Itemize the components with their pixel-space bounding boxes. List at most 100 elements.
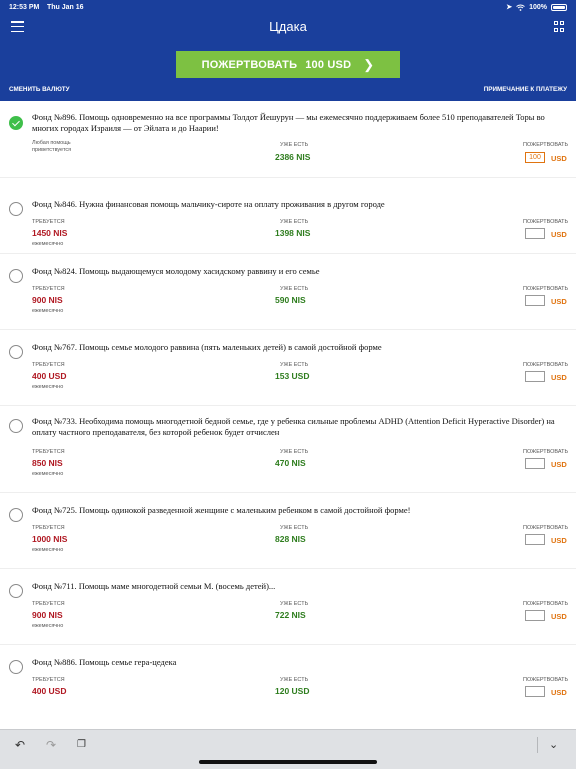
fund-item: Фонд №824. Помощь выдающемуся молодому х… <box>0 254 576 330</box>
clipboard-icon[interactable]: ❐ <box>77 739 86 750</box>
frequency-label: ежемесячно <box>32 384 64 390</box>
undo-icon[interactable]: ↶ <box>15 738 25 752</box>
payment-note-link[interactable]: ПРИМЕЧАНИЕ К ПЛАТЕЖУ <box>484 86 567 93</box>
donation-amount-input[interactable] <box>525 458 545 469</box>
already-value: 590 NIS <box>275 295 306 305</box>
already-label: УЖЕ ЕСТЬ <box>280 219 309 225</box>
required-label: ТРЕБУЕТСЯ <box>32 677 65 683</box>
donate-button-amount: 100 USD <box>305 58 352 71</box>
fund-title: Фонд №711. Помощь маме многодетной семьи… <box>32 581 276 591</box>
frequency-label: ежемесячно <box>32 241 64 247</box>
already-label: УЖЕ ЕСТЬ <box>280 142 309 148</box>
required-value: 850 NIS <box>32 458 63 468</box>
donate-label: ПОЖЕРТВОВАТЬ <box>523 219 569 225</box>
frequency-label: ежемесячно <box>32 547 64 553</box>
frequency-label: ежемесячно <box>32 308 64 314</box>
donate-label: ПОЖЕРТВОВАТЬ <box>523 362 569 368</box>
fund-select-checkbox[interactable] <box>9 116 23 130</box>
required-label: ТРЕБУЕТСЯ <box>32 362 65 368</box>
fund-select-checkbox[interactable] <box>9 269 23 283</box>
toolbar-divider <box>537 737 538 753</box>
fund-select-checkbox[interactable] <box>9 584 23 598</box>
status-date: Thu Jan 16 <box>47 4 84 11</box>
wifi-icon <box>516 4 525 11</box>
location-icon: ➤ <box>506 4 513 11</box>
status-right: ➤ 100% <box>506 3 567 11</box>
donation-amount-input[interactable] <box>525 295 545 306</box>
donate-label: ПОЖЕРТВОВАТЬ <box>523 677 569 683</box>
fund-title: Фонд №886. Помощь семье гера-цедека <box>32 657 177 667</box>
already-label: УЖЕ ЕСТЬ <box>280 601 309 607</box>
fund-list: Фонд №896. Помощь одновременно на все пр… <box>0 101 576 704</box>
already-value: 2386 NIS <box>275 152 311 162</box>
fund-select-checkbox[interactable] <box>9 202 23 216</box>
currency-label: USD <box>551 536 567 545</box>
donation-amount-input[interactable] <box>525 534 545 545</box>
donation-amount-input[interactable] <box>525 610 545 621</box>
already-value: 722 NIS <box>275 610 306 620</box>
battery-percent: 100% <box>529 3 547 11</box>
donate-label: ПОЖЕРТВОВАТЬ <box>523 286 569 292</box>
already-label: УЖЕ ЕСТЬ <box>280 286 309 292</box>
app-header: 12:53 PM Thu Jan 16 ➤ 100% Цдака ПОЖЕРТВ… <box>0 0 576 101</box>
frequency-label: ежемесячно <box>32 623 64 629</box>
fund-select-checkbox[interactable] <box>9 345 23 359</box>
already-label: УЖЕ ЕСТЬ <box>280 525 309 531</box>
required-label: ТРЕБУЕТСЯ <box>32 219 65 225</box>
donate-label: ПОЖЕРТВОВАТЬ <box>523 449 569 455</box>
home-indicator <box>199 760 377 764</box>
chevron-down-icon[interactable]: ⌄ <box>549 738 558 751</box>
required-value: 1450 NIS <box>32 228 68 238</box>
donation-amount-input[interactable] <box>525 686 545 697</box>
donation-amount-input[interactable] <box>525 228 545 239</box>
required-value: 400 USD <box>32 371 67 381</box>
fund-title: Фонд №767. Помощь семье молодого раввина… <box>32 342 382 352</box>
donation-amount-input[interactable] <box>525 371 545 382</box>
required-value: 400 USD <box>32 686 67 696</box>
already-label: УЖЕ ЕСТЬ <box>280 449 309 455</box>
already-value: 1398 NIS <box>275 228 311 238</box>
donate-label: ПОЖЕРТВОВАТЬ <box>523 525 569 531</box>
fund-item: Фонд №733. Необходима помощь многодетной… <box>0 406 576 493</box>
battery-icon <box>551 3 567 11</box>
fund-item: Фонд №896. Помощь одновременно на все пр… <box>0 101 576 178</box>
already-label: УЖЕ ЕСТЬ <box>280 677 309 683</box>
currency-label: USD <box>551 230 567 239</box>
donate-button[interactable]: ПОЖЕРТВОВАТЬ 100 USD ❯ <box>176 51 400 78</box>
fund-select-checkbox[interactable] <box>9 660 23 674</box>
fund-title: Фонд №725. Помощь одинокой разведенной ж… <box>32 505 411 515</box>
change-currency-link[interactable]: СМЕНИТЬ ВАЛЮТУ <box>9 86 69 93</box>
currency-label: USD <box>551 460 567 469</box>
currency-label: USD <box>551 297 567 306</box>
already-value: 470 NIS <box>275 458 306 468</box>
fund-item: Фонд №767. Помощь семье молодого раввина… <box>0 330 576 406</box>
fund-title: Фонд №733. Необходима помощь многодетной… <box>32 416 555 437</box>
fund-item: Фонд №725. Помощь одинокой разведенной ж… <box>0 493 576 569</box>
required-value: 900 NIS <box>32 610 63 620</box>
fund-select-checkbox[interactable] <box>9 508 23 522</box>
donation-amount-input[interactable]: 100 <box>525 152 545 163</box>
required-label: ТРЕБУЕТСЯ <box>32 525 65 531</box>
fund-select-checkbox[interactable] <box>9 419 23 433</box>
currency-label: USD <box>551 373 567 382</box>
status-time: 12:53 PM <box>9 4 40 11</box>
page-title: Цдака <box>269 19 307 34</box>
fund-item: Фонд №711. Помощь маме многодетной семьи… <box>0 569 576 645</box>
currency-label: USD <box>551 688 567 697</box>
already-value: 120 USD <box>275 686 310 696</box>
fund-item: Фонд №886. Помощь семье гера-цедека ТРЕБ… <box>0 645 576 704</box>
donate-label: ПОЖЕРТВОВАТЬ <box>523 142 569 148</box>
required-label: ТРЕБУЕТСЯ <box>32 601 65 607</box>
required-value: 1000 NIS <box>32 534 68 544</box>
already-value: 828 NIS <box>275 534 306 544</box>
status-bar: 12:53 PM Thu Jan 16 ➤ 100% <box>0 2 576 14</box>
required-value: 900 NIS <box>32 295 63 305</box>
redo-icon[interactable]: ↷ <box>46 738 56 752</box>
already-value: 153 USD <box>275 371 310 381</box>
fund-title: Фонд №846. Нужна финансовая помощь мальч… <box>32 199 385 209</box>
fund-title: Фонд №896. Помощь одновременно на все пр… <box>32 112 545 133</box>
grid-icon[interactable] <box>554 21 565 32</box>
donate-button-label: ПОЖЕРТВОВАТЬ <box>201 58 298 71</box>
chevron-right-icon: ❯ <box>363 56 375 72</box>
donate-label: ПОЖЕРТВОВАТЬ <box>523 601 569 607</box>
